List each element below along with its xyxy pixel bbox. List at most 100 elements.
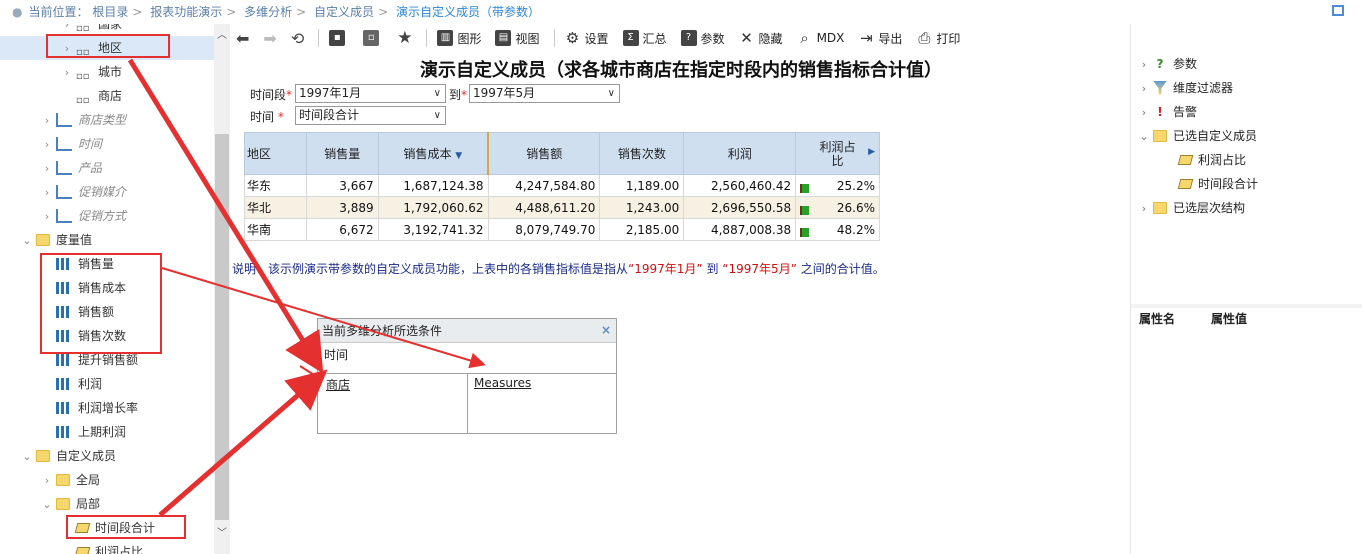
toolbar-print-button[interactable]: ⎙ 打印: [916, 29, 960, 47]
header-profit[interactable]: 利润: [683, 132, 797, 175]
tree-item[interactable]: ⌄ 自定义成员: [20, 444, 116, 468]
chevron-down-icon[interactable]: ⌄: [20, 445, 34, 469]
tree-item[interactable]: › 促销方式: [40, 204, 126, 228]
chevron-right-icon[interactable]: ›: [1137, 53, 1151, 77]
forward-button[interactable]: ➡: [263, 29, 276, 48]
analysis-tree-item[interactable]: 利润占比: [1163, 148, 1246, 172]
scroll-thumb[interactable]: [215, 134, 229, 520]
tree-item[interactable]: › 商店类型: [40, 108, 126, 132]
close-icon[interactable]: ×: [601, 323, 611, 337]
tree-item[interactable]: 利润增长率: [40, 396, 138, 420]
conditions-slicer[interactable]: 时间: [318, 343, 616, 374]
green-flag-icon: [800, 227, 810, 237]
sort-desc-icon[interactable]: ▼: [455, 151, 462, 161]
chevron-right-icon[interactable]: ›: [60, 61, 74, 85]
refresh-button[interactable]: ⟲: [291, 29, 304, 48]
chevron-right-icon[interactable]: ›: [40, 133, 54, 157]
save-as-button[interactable]: ▫: [363, 30, 383, 46]
chevron-right-icon[interactable]: ›: [40, 205, 54, 229]
toolbar-export-button[interactable]: ⇥ 导出: [858, 29, 902, 47]
row-header-cell[interactable]: 华南: [244, 218, 307, 241]
scroll-down-icon[interactable]: ﹀: [214, 524, 230, 539]
header-sales-cost[interactable]: 销售成本 ▼: [377, 132, 490, 175]
toolbar-chart-button[interactable]: ▥ 图形: [437, 29, 481, 47]
toolbar-hide-button[interactable]: ✕ 隐藏: [739, 29, 782, 47]
tree-item-label: 促销方式: [78, 209, 127, 223]
back-button[interactable]: ⬅: [236, 29, 249, 48]
maximize-icon[interactable]: [1332, 5, 1344, 16]
star-icon: ★: [397, 28, 413, 48]
refresh-icon: ⟲: [290, 28, 305, 48]
header-profit-ratio[interactable]: 利润占比 ▶: [795, 132, 880, 175]
header-sales-qty[interactable]: 销售量: [305, 132, 379, 175]
toolbar-gear-button[interactable]: ⚙ 设置: [565, 29, 609, 47]
cell-value: 3,667: [339, 178, 374, 193]
tree-item[interactable]: › 产品: [40, 156, 102, 180]
measure-icon: [56, 377, 72, 390]
analysis-tree-item[interactable]: 时间段合计: [1163, 172, 1258, 196]
tree-item[interactable]: ⌄ 度量值: [20, 228, 92, 252]
chevron-right-icon[interactable]: ›: [40, 157, 54, 181]
period-label: 时间段*: [250, 86, 292, 103]
analysis-tree-item[interactable]: ›! 告警: [1137, 100, 1197, 124]
gear-icon: ⚙: [565, 29, 580, 47]
chevron-right-icon[interactable]: ›: [40, 181, 54, 205]
tree-item[interactable]: › 全局: [40, 468, 100, 492]
conditions-rows[interactable]: 商店: [318, 374, 468, 434]
cell-value: 1,687,124.38: [403, 178, 484, 193]
toolbar-view-button[interactable]: ▤ 视图: [495, 29, 540, 47]
breadcrumb-olap[interactable]: 多维分析: [244, 5, 292, 19]
chevron-right-icon[interactable]: ›: [1137, 77, 1151, 101]
period-to-select[interactable]: 1997年5月 ∨: [469, 84, 620, 103]
time-select[interactable]: 时间段合计 ∨: [295, 106, 446, 125]
chevron-right-icon[interactable]: ›: [1137, 197, 1151, 221]
favorite-button[interactable]: ★: [397, 28, 412, 48]
arrow-right-icon: ➡: [263, 28, 277, 48]
chevron-down-icon[interactable]: ⌄: [1137, 125, 1151, 149]
chevron-down-icon[interactable]: ⌄: [20, 229, 34, 253]
tree-scrollbar[interactable]: ︿ ﹀: [214, 24, 230, 554]
cell-value: 2,696,550.58: [710, 200, 792, 215]
table-cell: 4,247,584.80: [487, 174, 601, 197]
header-sales-amount[interactable]: 销售额: [487, 132, 601, 175]
conditions-columns[interactable]: Measures: [468, 374, 616, 434]
analysis-tree-item[interactable]: › 维度过滤器: [1137, 76, 1233, 100]
tree-item-label: 国家: [98, 24, 123, 31]
tree-item[interactable]: ⌄ 局部: [40, 492, 100, 516]
tree-item[interactable]: 上期利润: [40, 420, 126, 444]
toolbar-button-label: MDX: [816, 31, 845, 45]
note-to: “1997年5月”: [722, 262, 797, 276]
toolbar-sum-button[interactable]: Σ 汇总: [622, 29, 667, 47]
header-region[interactable]: 地区: [244, 132, 307, 175]
chevron-right-icon[interactable]: ›: [1137, 101, 1151, 125]
tree-item[interactable]: 利润占比: [60, 540, 143, 554]
breadcrumb-custom-members[interactable]: 自定义成员: [314, 5, 374, 19]
hide-icon: ✕: [740, 29, 753, 47]
toolbar-search-button[interactable]: ⌕ MDX: [797, 29, 845, 47]
tree-item[interactable]: › 促销媒介: [40, 180, 126, 204]
analysis-tree-item[interactable]: ⌄ 已选自定义成员: [1137, 124, 1257, 148]
save-button[interactable]: ▪: [329, 30, 349, 46]
toolbar-question-button[interactable]: ? 参数: [680, 29, 725, 47]
row-header-cell[interactable]: 华北: [244, 196, 307, 219]
analysis-tree-item[interactable]: › 已选层次结构: [1137, 196, 1245, 220]
tree-item[interactable]: › 时间: [40, 132, 102, 156]
tree-item[interactable]: 利润: [40, 372, 102, 396]
table-cell: 6,672: [305, 218, 379, 241]
period-from-select[interactable]: 1997年1月 ∨: [295, 84, 446, 103]
tree-item[interactable]: › ▫▫ 城市: [60, 60, 122, 84]
row-header-cell[interactable]: 华东: [244, 174, 307, 197]
tree-item-label: 城市: [98, 65, 123, 79]
breadcrumb-root[interactable]: 根目录: [92, 5, 128, 19]
search-icon: ⌕: [800, 29, 809, 47]
chevron-down-icon[interactable]: ⌄: [40, 493, 54, 517]
chevron-right-icon[interactable]: ›: [40, 469, 54, 493]
chevron-right-icon[interactable]: ›: [40, 109, 54, 133]
required-mark: *: [277, 110, 284, 124]
tree-item[interactable]: ▫▫ 商店: [60, 84, 122, 108]
analysis-tree-item[interactable]: ›? 参数: [1137, 52, 1197, 76]
breadcrumb-report-demo[interactable]: 报表功能演示: [150, 5, 222, 19]
scroll-up-icon[interactable]: ︿: [214, 26, 230, 41]
header-sales-count[interactable]: 销售次数: [599, 132, 685, 175]
expand-right-icon[interactable]: ▶: [868, 147, 875, 157]
